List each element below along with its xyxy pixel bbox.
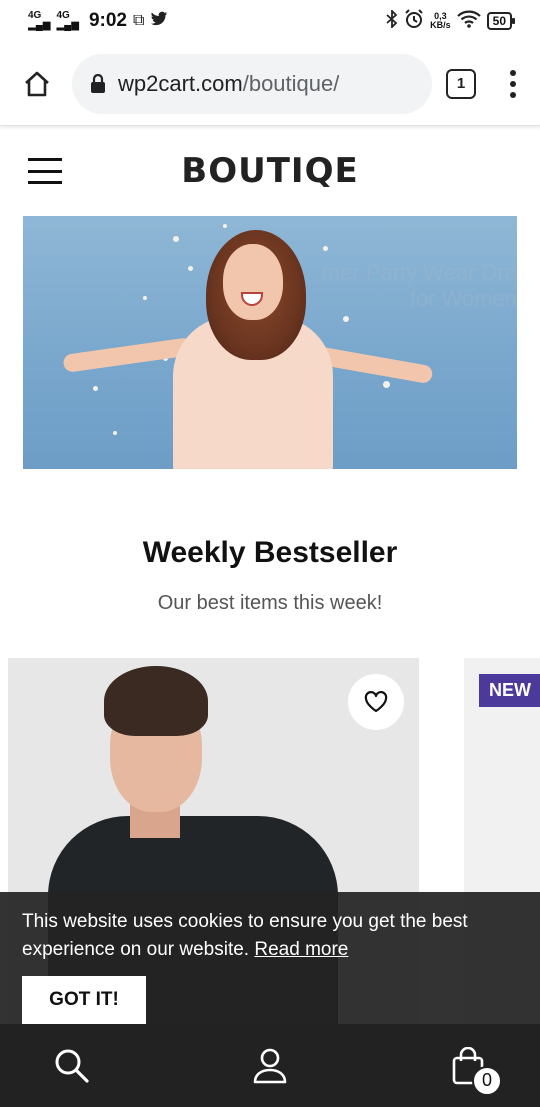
new-badge: NEW [479,674,540,707]
home-icon [25,71,49,96]
confetti [93,386,98,391]
confetti [173,236,179,242]
cookie-banner: This website uses cookies to ensure you … [0,892,540,1024]
alarm-icon [404,8,424,34]
hamburger-menu-icon[interactable] [28,158,62,184]
bottom-navigation: 0 [0,1024,540,1107]
status-bar: 4G ▂▄▆ 4G ▂▄▆ 9:02 ⧉ 0,3 KB/s 50 [0,0,540,42]
account-button[interactable] [248,1044,292,1088]
menu-dot [510,69,516,76]
section-title: Weekly Bestseller [142,536,398,569]
browser-menu-button[interactable] [500,69,526,98]
hero-caption: mer Party Wear Dre for Women [322,260,517,312]
tab-switcher-button[interactable]: 1 [446,68,476,99]
signal-indicator-2: 4G ▂▄▆ [56,10,79,31]
network-speed-unit: KB/s [430,20,451,30]
signal-indicator-1: 4G ▂▄▆ [28,10,51,31]
cookie-read-more-link[interactable]: Read more [254,939,348,960]
wifi-icon [456,10,481,33]
confetti [113,431,117,435]
confetti [343,316,349,322]
confetti [188,266,193,271]
site-logo[interactable]: BOUTIQE [181,151,358,191]
status-left: 4G ▂▄▆ 4G ▂▄▆ 9:02 ⧉ [28,10,168,32]
url-path: /boutique/ [242,70,340,96]
section-subtitle: Our best items this week! [157,592,383,614]
hero-banner[interactable]: mer Party Wear Dre for Women [23,216,517,469]
wishlist-button[interactable] [348,674,404,730]
url-text: wp2cart.com/boutique/ [118,71,339,97]
search-button[interactable] [50,1044,94,1088]
battery-level: 50 [492,14,506,28]
cookie-message-text: This website uses cookies to ensure you … [22,911,468,960]
heart-icon [364,691,388,713]
browser-toolbar: wp2cart.com/boutique/ 1 [0,42,540,126]
status-right: 0,3 KB/s 50 [386,8,516,34]
hero-caption-line2: for Women [409,286,517,311]
lock-icon [90,73,106,94]
cart-count-badge: 0 [472,1065,502,1096]
site-header: BOUTIQE [0,128,540,214]
cookie-accept-button[interactable]: GOT IT! [22,976,146,1024]
screenshot-icon: ⧉ [132,12,145,29]
hamburger-line [28,181,62,184]
home-button[interactable] [14,61,60,107]
network-speed: 0,3 KB/s [430,12,451,30]
user-icon [253,1048,287,1083]
signal-label-2: 4G [56,10,70,21]
hero-caption-line1: mer Party Wear Dre [321,260,517,285]
menu-dot [510,80,516,87]
status-time: 9:02 [88,10,127,31]
tab-count: 1 [456,75,466,92]
twitter-icon [150,11,168,32]
cookie-message: This website uses cookies to ensure you … [22,908,518,964]
confetti [383,381,390,388]
model-face [223,244,283,320]
battery-indicator: 50 [486,12,516,30]
address-bar[interactable]: wp2cart.com/boutique/ [72,53,432,114]
confetti [323,246,328,251]
signal-label-1: 4G [28,10,42,21]
bluetooth-icon [386,8,398,33]
hamburger-line [28,158,62,161]
cart-button[interactable]: 0 [446,1044,502,1096]
menu-dot [510,91,516,98]
product-image-hair [104,666,208,736]
hamburger-line [28,169,62,173]
url-domain: wp2cart.com [118,70,243,96]
confetti [223,224,227,228]
confetti [143,296,147,300]
search-icon [55,1049,89,1083]
